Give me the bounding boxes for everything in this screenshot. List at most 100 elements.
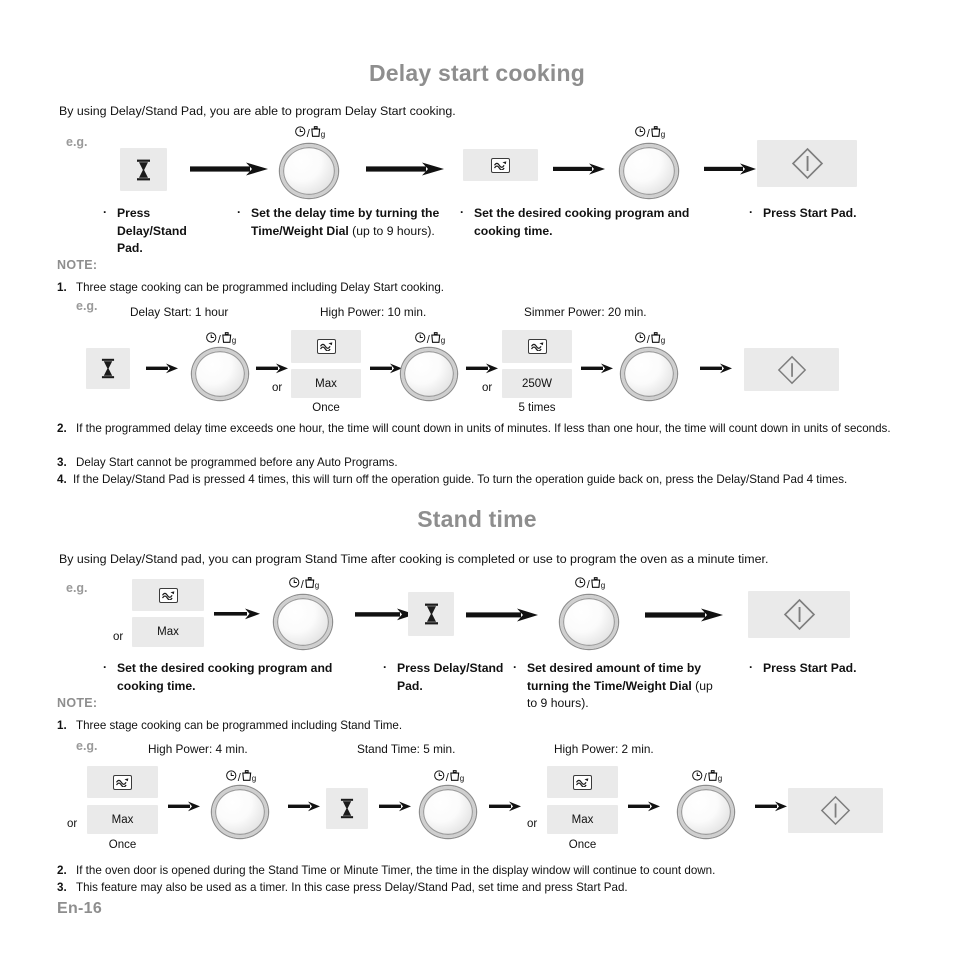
- dial-knob[interactable]: [401, 348, 457, 400]
- bullet-dot: ·: [513, 660, 518, 674]
- clock-icon: [635, 126, 646, 140]
- caption-once-1: Once: [312, 402, 340, 414]
- dial-knob[interactable]: [621, 348, 677, 400]
- arrow-right-icon: [370, 363, 402, 374]
- microwave-pad-5[interactable]: [547, 766, 618, 798]
- caption-once-2: Once: [108, 839, 137, 851]
- delay-stand-pad-2[interactable]: [86, 348, 130, 389]
- arrow-right-icon: [355, 608, 415, 621]
- time-weight-dial-5[interactable]: / g: [620, 332, 680, 400]
- clock-icon: [289, 577, 300, 591]
- dial-icon-group: / g: [434, 770, 464, 784]
- arrow-right-icon: [168, 801, 200, 812]
- arrow-right-icon: [581, 363, 613, 374]
- time-weight-dial-8[interactable]: / g: [211, 770, 271, 838]
- time-weight-dial-4[interactable]: / g: [400, 332, 460, 400]
- dial-knob[interactable]: [212, 786, 268, 838]
- note-label-1: NOTE:: [57, 258, 98, 272]
- note-item-1: 1. Three stage cooking can be programmed…: [57, 280, 917, 296]
- power-250w-pad[interactable]: 250W: [502, 369, 572, 398]
- dial-icon-group: / g: [415, 332, 446, 346]
- delay-stand-pad-3[interactable]: [408, 592, 454, 636]
- dial-knob[interactable]: [620, 144, 678, 198]
- clock-icon: [575, 577, 586, 591]
- dial-icon-group: / g: [289, 577, 319, 591]
- dial-unit-g: g: [600, 581, 606, 590]
- stage-label-high-power-4min: High Power: 4 min.: [148, 742, 248, 756]
- weight-icon: [311, 126, 321, 140]
- stage-label-high-power-2min: High Power: 2 min.: [554, 742, 654, 756]
- microwave-pad-4[interactable]: [87, 766, 158, 798]
- dial-unit-g: g: [440, 336, 446, 345]
- time-weight-dial-9[interactable]: / g: [419, 770, 479, 838]
- dial-slash: /: [426, 334, 430, 346]
- time-weight-dial-3[interactable]: / g: [191, 332, 251, 400]
- weight-icon: [591, 577, 601, 591]
- step-text-1: · Press Delay/Stand Pad.: [103, 205, 213, 258]
- hourglass-icon: [340, 798, 354, 819]
- caption-five-times: 5 times: [518, 402, 556, 414]
- step-text-7: · Set desired amount of time by turning …: [513, 660, 713, 713]
- step-label: Press Delay/Stand Pad.: [117, 206, 187, 255]
- clock-icon: [692, 770, 703, 784]
- max-power-pad-1[interactable]: Max: [291, 369, 361, 398]
- clock-icon: [295, 126, 306, 140]
- arrow-right-icon: [256, 363, 288, 374]
- eg-label-4: e.g.: [76, 739, 98, 753]
- cooking-program-pad-1[interactable]: [463, 149, 538, 181]
- microwave-pad-1[interactable]: [291, 330, 361, 363]
- note-number: 1.: [57, 719, 67, 732]
- arrow-right-icon: [553, 163, 605, 175]
- max-power-pad-3[interactable]: Max: [87, 805, 158, 834]
- dial-slash: /: [237, 772, 241, 784]
- max-label: Max: [157, 626, 179, 638]
- time-weight-dial-10[interactable]: / g: [677, 770, 737, 838]
- start-pad-4[interactable]: [788, 788, 883, 833]
- time-weight-dial-7[interactable]: / g: [558, 577, 622, 649]
- note-item-3: 3. Delay Start cannot be programmed befo…: [57, 455, 917, 471]
- dial-knob[interactable]: [192, 348, 248, 400]
- delay-stand-pad-4[interactable]: [326, 788, 368, 829]
- dial-knob[interactable]: [274, 595, 332, 649]
- arrow-right-icon: [366, 162, 444, 176]
- step-label: Press Start Pad.: [763, 661, 857, 675]
- or-label-1: or: [272, 382, 283, 394]
- step-label: Set the desired cooking program and cook…: [474, 206, 690, 238]
- start-pad-3[interactable]: [748, 591, 850, 638]
- dial-unit-g: g: [251, 774, 257, 783]
- dial-knob[interactable]: [678, 786, 734, 838]
- dial-knob[interactable]: [420, 786, 476, 838]
- bullet-dot: ·: [460, 205, 465, 219]
- dial-icon-group: / g: [226, 770, 257, 784]
- dial-knob[interactable]: [560, 595, 618, 649]
- time-weight-dial-2[interactable]: / g: [618, 126, 682, 198]
- arrow-right-icon: [288, 801, 320, 812]
- max-label: Max: [315, 377, 337, 390]
- delay-stand-pad-1[interactable]: [120, 148, 167, 191]
- arrow-right-icon: [628, 801, 660, 812]
- dial-knob[interactable]: [280, 144, 338, 198]
- dial-icon-group: / g: [575, 577, 606, 591]
- time-weight-dial-6[interactable]: / g: [272, 577, 336, 649]
- note-label-2: NOTE:: [57, 696, 98, 710]
- microwave-pad-3[interactable]: [132, 579, 204, 611]
- microwave-pad-2[interactable]: [502, 330, 572, 363]
- stage-label-stand-time-5min: Stand Time: 5 min.: [357, 742, 456, 756]
- bullet-dot: ·: [237, 205, 242, 219]
- start-pad-1[interactable]: [757, 140, 857, 187]
- start-pad-2[interactable]: [744, 348, 839, 391]
- step-regular: (up to 9 hours).: [352, 223, 435, 238]
- max-power-pad-2[interactable]: Max: [132, 617, 204, 647]
- stage-label-simmer-power: Simmer Power: 20 min.: [524, 305, 647, 319]
- bullet-dot: ·: [749, 660, 754, 674]
- intro-text-stand-time: By using Delay/Stand pad, you can progra…: [59, 552, 769, 566]
- max-power-pad-4[interactable]: Max: [547, 805, 618, 834]
- dial-slash: /: [703, 772, 707, 784]
- step-label: Press Start Pad.: [763, 206, 857, 220]
- step-text-5: · Set the desired cooking program and co…: [103, 660, 363, 695]
- note-item-6: 2. If the oven door is opened during the…: [57, 863, 937, 879]
- note-text: If the oven door is opened during the St…: [76, 864, 716, 877]
- caption-once-3: Once: [568, 839, 597, 851]
- time-weight-dial-1[interactable]: / g: [278, 126, 342, 198]
- step-label: Press Delay/Stand Pad.: [397, 661, 504, 693]
